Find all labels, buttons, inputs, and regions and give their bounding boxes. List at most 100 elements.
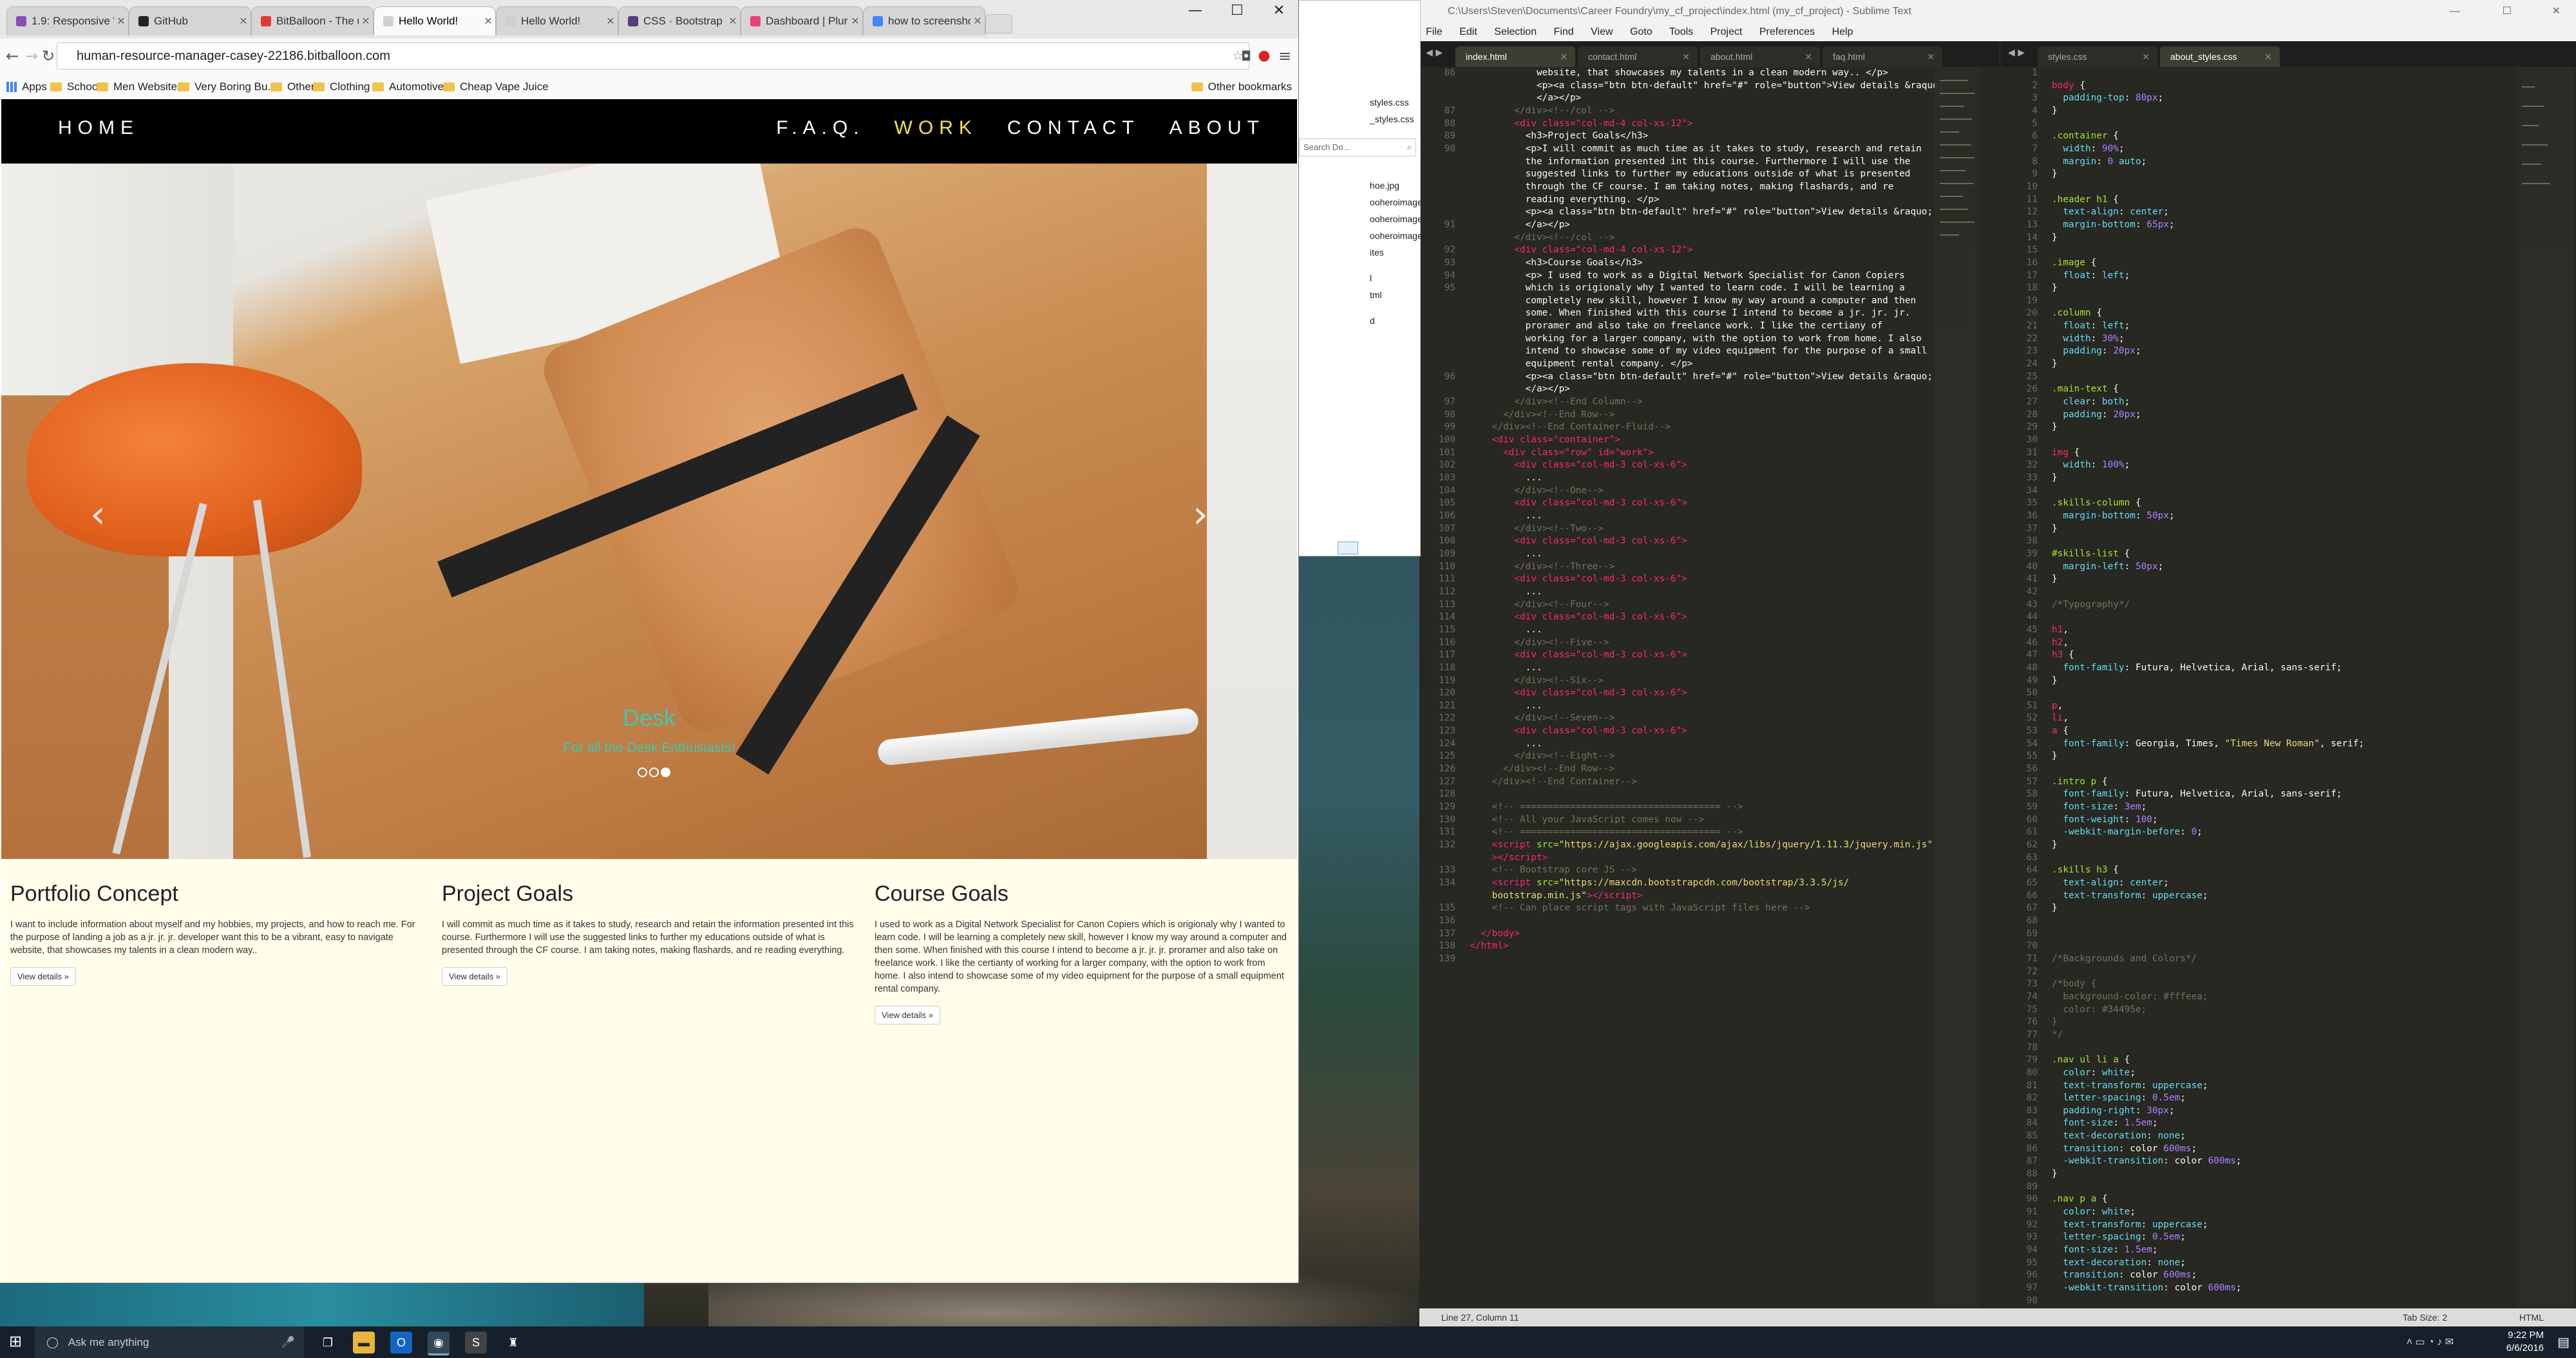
file-item[interactable]: styles.css (1370, 97, 1415, 108)
bookmark-other[interactable]: Other bookmarks (1191, 77, 1292, 97)
carousel-indicator[interactable] (649, 768, 659, 777)
close-icon[interactable]: ✕ (848, 15, 862, 28)
close-icon[interactable]: ✕ (1927, 46, 1935, 67)
browser-tab[interactable]: Dashboard | Plurals✕ (741, 6, 863, 35)
close-icon[interactable]: ✕ (603, 15, 618, 28)
file-item[interactable]: ooheroimage.j (1370, 194, 1427, 211)
adblock-icon[interactable]: ● (1255, 46, 1274, 66)
address-bar[interactable]: human-resource-manager-casey-22186.bitba… (57, 42, 1249, 70)
view-details-button[interactable]: View details » (442, 967, 507, 986)
menu-file[interactable]: File (1426, 26, 1443, 37)
carousel-next-icon[interactable]: › (1193, 492, 1207, 537)
task-view-icon[interactable]: ❐ (317, 1332, 339, 1353)
bookmark-folder[interactable]: Automotive (372, 77, 444, 97)
file-item[interactable]: tml (1370, 287, 1419, 303)
menu-tools[interactable]: Tools (1669, 26, 1693, 37)
nav-work-link[interactable]: WORK (895, 117, 978, 139)
windows-start-icon[interactable]: ⊞ (9, 1334, 22, 1350)
close-icon[interactable]: ✕ (2264, 46, 2272, 67)
tab-contact-html[interactable]: contact.html ✕ (1578, 46, 1698, 67)
pocket-icon[interactable]: ◘ (1236, 46, 1256, 66)
view-details-button[interactable]: View details » (10, 967, 76, 986)
file-explorer-icon[interactable]: ▬ (353, 1332, 375, 1353)
close-icon[interactable]: ✕ (1682, 46, 1690, 67)
carousel-prev-icon[interactable]: ‹ (90, 492, 106, 537)
sublime-icon[interactable]: S (465, 1332, 487, 1353)
chrome-icon[interactable]: ◉ (428, 1332, 450, 1355)
nav-about-link[interactable]: ABOUT (1170, 117, 1265, 139)
browser-tab[interactable]: GitHub ✕ (129, 6, 251, 35)
close-icon[interactable]: ✕ (114, 15, 128, 28)
bookmark-folder[interactable]: Very Boring Bu... (178, 77, 277, 97)
file-item[interactable]: d (1370, 312, 1419, 329)
file-item[interactable]: _styles.css (1370, 114, 1415, 124)
tab-faq-html[interactable]: faq.html ✕ (1823, 46, 1942, 67)
code-pane-css[interactable]: 1 2 3 4 5 6 7 8 9 10 11 12 13 14 15 16 1… (2002, 67, 2576, 1308)
status-tab-size[interactable]: Tab Size: 2 (2403, 1308, 2447, 1326)
browser-tab[interactable]: Hello World! ✕ (496, 6, 618, 35)
menu-project[interactable]: Project (1710, 26, 1743, 37)
carousel-indicator[interactable] (638, 768, 647, 777)
carousel-indicator-active[interactable] (661, 768, 670, 777)
bookmark-folder[interactable]: Other (270, 77, 315, 97)
bookmark-folder[interactable]: School (50, 77, 100, 97)
bookmark-apps[interactable]: Apps (6, 77, 47, 97)
view-details-button[interactable]: View details » (875, 1006, 940, 1024)
cortana-search[interactable]: ◯ Ask me anything 🎤 (35, 1326, 304, 1358)
browser-tab[interactable]: how to screenshot on✕ (863, 6, 985, 35)
reload-icon[interactable]: ↻ (39, 46, 58, 66)
tab-scroll-arrows[interactable]: ◀ ▶ (1426, 48, 1443, 58)
tab-index-html[interactable]: index.html ✕ (1455, 46, 1575, 67)
maximize-button[interactable]: ☐ (2503, 0, 2512, 23)
view-toggle[interactable] (1338, 542, 1358, 554)
tab-styles-css[interactable]: styles.css ✕ (2038, 46, 2157, 67)
tab-scroll-arrows[interactable]: ◀ ▶ (2008, 48, 2025, 58)
tab-about-styles-css[interactable]: about_styles.css ✕ (2160, 46, 2280, 67)
minimap[interactable] (2517, 67, 2573, 1308)
close-icon[interactable]: ✕ (481, 15, 495, 28)
menu-icon[interactable]: ≡ (1275, 46, 1294, 66)
browser-tab[interactable]: BitBalloon - The ultim✕ (251, 6, 374, 35)
minimize-button[interactable]: — (1176, 0, 1215, 22)
file-item[interactable]: hoe.jpg (1370, 177, 1419, 194)
microphone-icon[interactable]: 🎤 (281, 1326, 295, 1358)
minimap[interactable] (1935, 67, 1980, 1308)
close-icon[interactable]: ✕ (726, 15, 740, 28)
menu-help[interactable]: Help (1832, 26, 1853, 37)
browser-tab-active[interactable]: Hello World! ✕ (374, 6, 496, 35)
menu-find[interactable]: Find (1554, 26, 1574, 37)
clock[interactable]: 9:22 PM 6/6/2016 (2506, 1329, 2544, 1355)
close-icon[interactable]: ✕ (1804, 46, 1812, 67)
browser-tab[interactable]: 1.9: Responsive Web✕ (6, 6, 129, 35)
close-icon[interactable]: ✕ (359, 15, 373, 28)
outlook-icon[interactable]: O (390, 1332, 412, 1353)
system-tray-icons[interactable]: ˄ ▭ ◔ ♪ ✉ (2407, 1335, 2454, 1348)
close-icon[interactable]: ✕ (2142, 46, 2150, 67)
file-item[interactable]: ites (1370, 244, 1419, 261)
file-item[interactable]: ooheroimage.j (1370, 211, 1427, 227)
close-button[interactable]: ✕ (1260, 0, 1298, 22)
back-icon[interactable]: ← (3, 46, 22, 66)
bookmark-folder[interactable]: Clothing (313, 77, 370, 97)
app-icon[interactable]: ♜ (502, 1332, 524, 1353)
close-icon[interactable]: ✕ (236, 15, 251, 28)
new-tab-button[interactable] (985, 14, 1012, 33)
menu-selection[interactable]: Selection (1494, 26, 1537, 37)
nav-home-link[interactable]: HOME (58, 117, 139, 139)
code-pane-html[interactable]: 86 87 88 89 90 91 92 93 94 95 96 97 98 9… (1419, 67, 1999, 1308)
status-syntax[interactable]: HTML (2519, 1308, 2544, 1326)
minimize-button[interactable]: — (2450, 0, 2460, 23)
explorer-search[interactable]: Search Do... ⌕ (1299, 138, 1416, 156)
maximize-button[interactable]: ☐ (1218, 0, 1256, 22)
menu-goto[interactable]: Goto (1630, 26, 1653, 37)
browser-tab[interactable]: CSS · Bootstrap ✕ (618, 6, 741, 35)
close-icon[interactable]: ✕ (971, 15, 985, 28)
notifications-icon[interactable]: ▤ (2557, 1334, 2570, 1350)
close-button[interactable]: ✕ (2552, 0, 2561, 23)
nav-contact-link[interactable]: CONTACT (1007, 117, 1140, 139)
close-icon[interactable]: ✕ (1560, 46, 1567, 67)
tab-about-html[interactable]: about.html ✕ (1700, 46, 1820, 67)
menu-preferences[interactable]: Preferences (1759, 26, 1815, 37)
nav-faq-link[interactable]: F.A.Q. (776, 117, 864, 139)
file-item[interactable]: ooheroimage.j (1370, 227, 1427, 244)
